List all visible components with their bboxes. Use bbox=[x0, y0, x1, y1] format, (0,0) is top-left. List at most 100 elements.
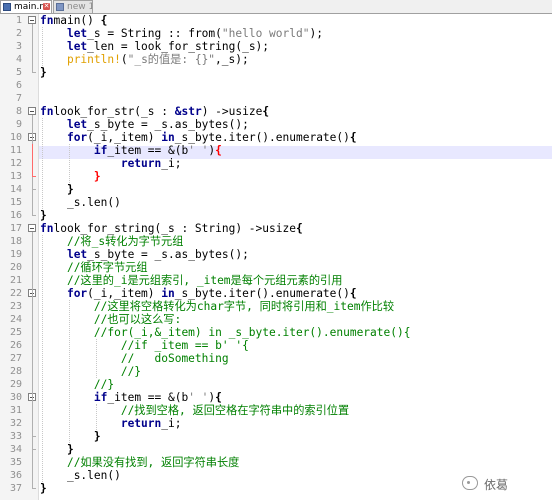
close-icon[interactable]: ✕ bbox=[43, 3, 50, 10]
line-number: 24 bbox=[9, 314, 22, 325]
line-number: 21 bbox=[9, 275, 22, 286]
line-number: 6 bbox=[15, 80, 22, 91]
keyword-token: let bbox=[66, 118, 88, 131]
tab-bar: main.rs ✕ new 1 bbox=[0, 0, 552, 14]
line-number: 36 bbox=[9, 470, 22, 481]
comment-token: //将_s转化为字节元组 bbox=[66, 235, 184, 248]
line-number: 14 bbox=[9, 184, 22, 195]
code-token: _i; bbox=[161, 157, 182, 170]
code-line: let_s_byte = _s.as_bytes(); bbox=[40, 248, 249, 261]
fold-line bbox=[32, 24, 33, 72]
line-number: 35 bbox=[9, 457, 22, 468]
tab-main-rs[interactable]: main.rs ✕ bbox=[0, 0, 52, 13]
code-line: let_s = String :: from("hello world"); bbox=[40, 27, 323, 40]
code-token: _item == &(b bbox=[107, 144, 189, 157]
line-number: 25 bbox=[9, 327, 22, 338]
code-token: look_for_string(_s : String) ->usize bbox=[53, 222, 296, 235]
code-token: ) ->usize bbox=[201, 105, 263, 118]
code-token: _s = String :: from( bbox=[87, 27, 222, 40]
code-token: ( bbox=[120, 53, 128, 66]
keyword-token: in bbox=[161, 287, 175, 300]
comment-token: //} bbox=[120, 365, 142, 378]
line-number: 34 bbox=[9, 444, 22, 455]
keyword-token: fn bbox=[40, 222, 54, 235]
brace-token: } bbox=[40, 209, 47, 222]
comment-token: //} bbox=[93, 378, 115, 391]
line-number: 13 bbox=[9, 171, 22, 182]
code-line: //if _item == b' '{ bbox=[40, 339, 249, 352]
code-line: fnmain() { bbox=[40, 14, 107, 27]
fold-line bbox=[32, 401, 33, 436]
code-line: } bbox=[40, 482, 47, 495]
code-line: //循环字节元组 bbox=[40, 261, 148, 274]
brace-token: { bbox=[349, 131, 357, 144]
code-line: for(_i,_item) in_s_byte.iter().enumerate… bbox=[40, 287, 357, 300]
code-token: (_i,_item) bbox=[87, 287, 162, 300]
tab-new-1[interactable]: new 1 bbox=[53, 0, 93, 13]
keyword-token: let bbox=[66, 27, 88, 40]
string-token: ' ' bbox=[188, 391, 209, 404]
keyword-token: if bbox=[93, 144, 108, 157]
keyword-token: for bbox=[66, 287, 88, 300]
keyword-token: for bbox=[66, 131, 88, 144]
brace-token: } bbox=[40, 482, 47, 495]
fold-toggle-icon[interactable] bbox=[28, 107, 36, 115]
brace-token: } bbox=[93, 430, 101, 443]
indent-guide bbox=[42, 118, 43, 209]
comment-token: //找到空格, 返回空格在字符串中的索引位置 bbox=[120, 404, 350, 417]
code-line: } bbox=[40, 209, 47, 222]
macro-token: println! bbox=[66, 53, 121, 66]
code-line: //这里将空格转化为char字节, 同时将引用和_item作比较 bbox=[40, 300, 394, 313]
string-token: ' ' bbox=[188, 144, 209, 157]
code-line: if_item == &(b' '){ bbox=[40, 391, 222, 404]
code-line: } bbox=[40, 66, 47, 79]
line-number: 27 bbox=[9, 353, 22, 364]
keyword-token: in bbox=[161, 131, 175, 144]
code-line: fnlook_for_str(_s : &str) ->usize{ bbox=[40, 105, 269, 118]
code-line: //} bbox=[40, 378, 114, 391]
line-number: 9 bbox=[15, 119, 22, 130]
brace-token: { bbox=[100, 14, 108, 27]
code-token: main() bbox=[53, 14, 101, 27]
code-line: if_item == &(b' '){ bbox=[40, 144, 222, 157]
brace-token: { bbox=[262, 105, 270, 118]
keyword-token: fn bbox=[40, 14, 54, 27]
comment-token: //如果没有找到, 返回字符串长度 bbox=[66, 456, 240, 469]
string-token: "_s的值是: {}" bbox=[127, 53, 216, 66]
code-token: _s_byte = _s.as_bytes(); bbox=[87, 118, 249, 131]
line-number: 20 bbox=[9, 262, 22, 273]
indent-guide bbox=[68, 300, 70, 443]
keyword-token: &str bbox=[174, 105, 202, 118]
code-line: fnlook_for_string(_s : String) ->usize{ bbox=[40, 222, 303, 235]
indent-guide bbox=[95, 404, 97, 430]
code-token: _s_byte = _s.as_bytes(); bbox=[87, 248, 249, 261]
code-line: } bbox=[40, 170, 101, 183]
fold-toggle-icon[interactable] bbox=[28, 224, 36, 232]
code-token: _len = look_for_string(_s); bbox=[87, 40, 270, 53]
code-line: //for(_i,&_item) in _s_byte.iter().enume… bbox=[40, 326, 411, 339]
line-number: 23 bbox=[9, 301, 22, 312]
indent-guide bbox=[42, 235, 43, 482]
line-number: 15 bbox=[9, 197, 22, 208]
code-line: } bbox=[40, 183, 74, 196]
line-number: 22 bbox=[9, 288, 22, 299]
fold-toggle-icon[interactable] bbox=[28, 16, 36, 24]
line-number: 28 bbox=[9, 366, 22, 377]
